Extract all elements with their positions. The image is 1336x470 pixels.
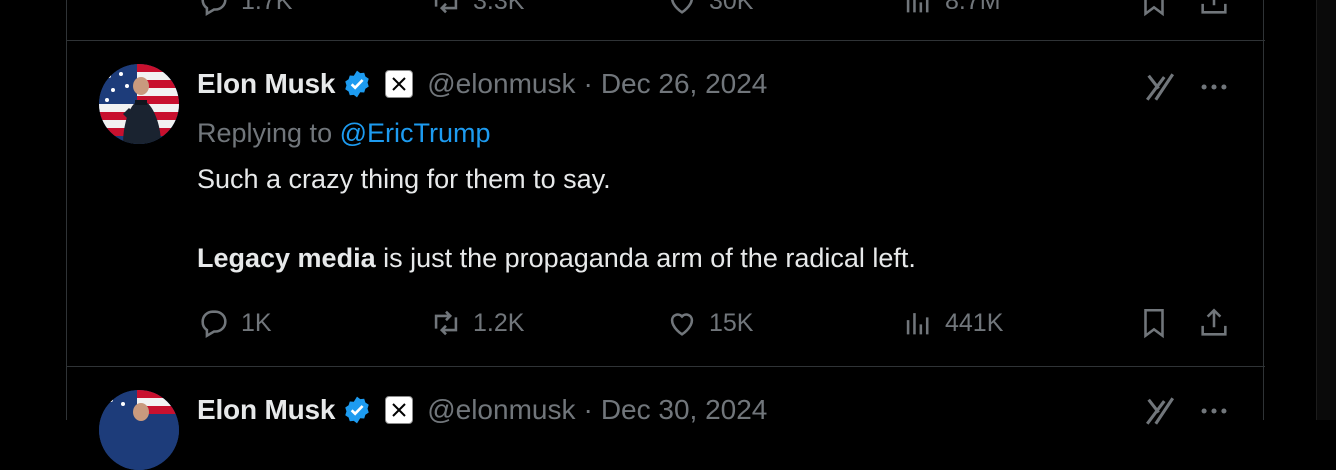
like-icon bbox=[670, 313, 694, 336]
grok-icon[interactable] bbox=[1143, 394, 1177, 428]
repost-count: 3.3K bbox=[473, 0, 525, 15]
author-name[interactable]: Elon Musk bbox=[197, 68, 335, 100]
views-button[interactable]: 8.7M bbox=[901, 0, 1001, 18]
separator: · bbox=[583, 68, 593, 99]
share-icon bbox=[1201, 0, 1227, 14]
like-icon bbox=[671, 0, 693, 14]
replying-to: Replying to @EricTrump bbox=[197, 118, 491, 149]
reply-count: 1.7K bbox=[241, 0, 293, 15]
share-icon bbox=[1201, 308, 1227, 336]
bold-text: Legacy media bbox=[197, 243, 376, 273]
share-button[interactable] bbox=[1197, 0, 1231, 18]
share-button[interactable] bbox=[1197, 306, 1231, 340]
divider bbox=[67, 366, 1265, 367]
like-count: 15K bbox=[709, 308, 754, 337]
like-button[interactable]: 30K bbox=[665, 0, 753, 18]
previous-tweet-actions: 1.7K 3.3K 30K 8.7M bbox=[67, 0, 1265, 18]
reply-button[interactable]: 1K bbox=[197, 306, 272, 340]
views-count: 8.7M bbox=[945, 0, 1001, 15]
author-handle[interactable]: @elonmusk bbox=[427, 394, 575, 426]
tweet-date[interactable]: Dec 30, 2024 bbox=[601, 394, 768, 426]
tweet-text-line: Legacy media is just the propaganda arm … bbox=[197, 243, 916, 274]
scrollbar[interactable] bbox=[1316, 0, 1336, 420]
x-affiliation-icon[interactable] bbox=[385, 70, 414, 98]
tweet-text-rest: is just the propaganda arm of the radica… bbox=[375, 243, 916, 273]
views-button[interactable]: 441K bbox=[901, 306, 1003, 340]
reply-icon bbox=[201, 310, 227, 339]
replying-mention-link[interactable]: @EricTrump bbox=[340, 118, 491, 148]
repost-count: 1.2K bbox=[473, 308, 525, 337]
avatar[interactable] bbox=[99, 64, 179, 144]
tweet-text-line: Such a crazy thing for them to say. bbox=[197, 164, 611, 194]
grok-icon[interactable] bbox=[1143, 70, 1177, 104]
replying-prefix: Replying to bbox=[197, 118, 333, 148]
views-icon bbox=[906, 0, 929, 13]
repost-button[interactable]: 1.2K bbox=[429, 306, 524, 340]
reply-button[interactable]: 1.7K bbox=[197, 0, 292, 18]
bookmark-button[interactable] bbox=[1137, 0, 1171, 18]
views-icon bbox=[906, 313, 929, 335]
divider bbox=[67, 40, 1265, 41]
bookmark-icon bbox=[1144, 0, 1164, 17]
verified-badge-icon[interactable] bbox=[341, 68, 373, 100]
like-button[interactable]: 15K bbox=[665, 306, 753, 340]
views-count: 441K bbox=[945, 308, 1004, 337]
repost-icon bbox=[434, 310, 458, 336]
bookmark-icon bbox=[1144, 308, 1164, 339]
separator: · bbox=[583, 394, 593, 425]
more-options-icon[interactable] bbox=[1197, 394, 1231, 428]
bookmark-button[interactable] bbox=[1137, 306, 1171, 340]
repost-icon bbox=[434, 0, 458, 14]
tweet-date[interactable]: Dec 26, 2024 bbox=[601, 68, 768, 100]
repost-button[interactable]: 3.3K bbox=[429, 0, 524, 18]
verified-badge-icon[interactable] bbox=[341, 394, 373, 426]
tweet-header: Elon Musk @elonmusk · Dec 30, 2024 bbox=[197, 394, 767, 426]
author-handle[interactable]: @elonmusk bbox=[427, 68, 575, 100]
reply-icon bbox=[201, 0, 227, 17]
author-name[interactable]: Elon Musk bbox=[197, 394, 335, 426]
more-options-icon[interactable] bbox=[1197, 70, 1231, 104]
tweet-header: Elon Musk @elonmusk · Dec 26, 2024 bbox=[197, 68, 767, 100]
timeline-column: 1.7K 3.3K 30K 8.7M Elon Musk @elonmusk ·… bbox=[66, 0, 1265, 470]
reply-count: 1K bbox=[241, 308, 272, 337]
like-count: 30K bbox=[709, 0, 754, 15]
avatar[interactable] bbox=[99, 390, 179, 470]
